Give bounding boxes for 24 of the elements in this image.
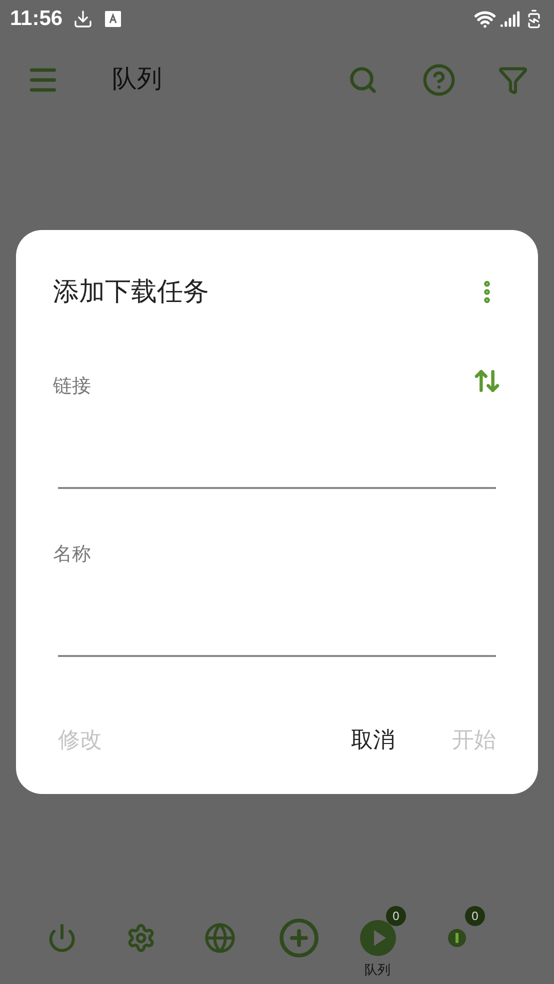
search-icon[interactable] — [348, 65, 378, 95]
power-icon — [46, 923, 76, 953]
keyboard-icon — [104, 11, 121, 27]
swap-icon[interactable] — [473, 367, 501, 395]
play-icon — [360, 920, 396, 956]
signal-icon — [500, 9, 520, 29]
dialog-title: 添加下载任务 — [53, 275, 209, 308]
count-badge: 0 — [465, 906, 485, 926]
globe-icon — [204, 922, 236, 954]
nav-item[interactable]: 队列 0 — [338, 906, 417, 980]
field-label: 链接 — [53, 375, 91, 399]
wifi-icon — [474, 8, 496, 30]
nav-item[interactable]: 0 — [417, 906, 496, 960]
field-label: 名称 — [53, 543, 91, 567]
filter-icon[interactable] — [498, 65, 528, 95]
add-icon — [278, 917, 320, 959]
dialog-button[interactable]: 取消 — [351, 723, 395, 756]
app-title: 队列 — [112, 64, 162, 96]
count-badge: 0 — [386, 906, 406, 926]
help-icon[interactable] — [422, 63, 456, 97]
settings-icon — [126, 923, 156, 953]
status-time: 11:56 — [10, 6, 63, 32]
blob-icon — [446, 928, 468, 948]
download-icon — [72, 9, 93, 29]
